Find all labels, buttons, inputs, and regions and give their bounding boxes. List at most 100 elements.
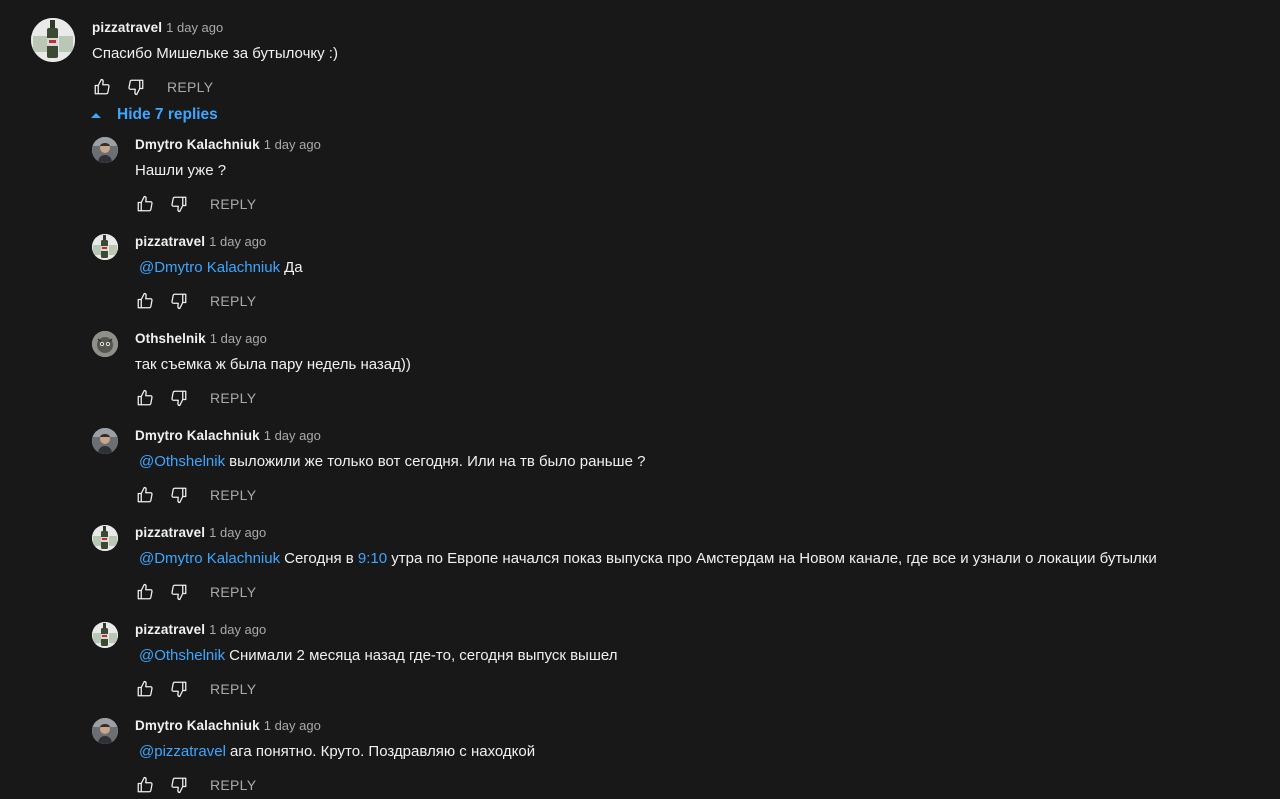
comment-body: pizzatravel 1 day ago @Othshelnik Снимали 2…: [135, 622, 617, 699]
thumb-down-icon[interactable]: [169, 194, 189, 214]
mention-link[interactable]: @Othshelnik: [139, 453, 225, 470]
thumb-up-icon[interactable]: [135, 388, 155, 408]
reply-button[interactable]: REPLY: [210, 777, 256, 793]
dmytro-avatar-icon: [92, 428, 118, 454]
author-name[interactable]: pizzatravel: [92, 20, 162, 35]
reply-button[interactable]: REPLY: [210, 584, 256, 600]
reply-text: Нашли уже ?: [135, 162, 321, 180]
author-name[interactable]: pizzatravel: [135, 622, 205, 637]
comment-body: Dmytro Kalachniuk 1 day ago @pizzatravel аг…: [135, 718, 535, 795]
comment-time[interactable]: 1 day ago: [209, 525, 266, 540]
comment-meta: Dmytro Kalachniuk 1 day ago: [135, 428, 645, 444]
thumb-down-icon[interactable]: [169, 679, 189, 699]
comment-body: Dmytro Kalachniuk 1 day ago Нашли уже ? REP…: [135, 137, 321, 214]
comment-time[interactable]: 1 day ago: [209, 234, 266, 249]
author-name[interactable]: Othshelnik: [135, 331, 206, 346]
comment-time[interactable]: 1 day ago: [264, 428, 321, 443]
comment-actions: REPLY: [135, 775, 535, 795]
hide-replies-label: Hide 7 replies: [117, 106, 218, 123]
reply-comment: pizzatravel 1 day ago @Dmytro Kalachniuk Се…: [92, 525, 1157, 602]
pizza-avatar-icon: [92, 525, 118, 551]
reply-button[interactable]: REPLY: [167, 79, 213, 95]
comment-meta: Othshelnik 1 day ago: [135, 331, 411, 347]
avatar[interactable]: [92, 525, 118, 551]
thumb-up-icon[interactable]: [135, 679, 155, 699]
pizza-avatar-icon: [92, 234, 118, 260]
thumb-down-icon[interactable]: [169, 291, 189, 311]
reply-text: @Dmytro Kalachniuk Да: [135, 259, 303, 277]
avatar[interactable]: [92, 428, 118, 454]
comment-time[interactable]: 1 day ago: [264, 718, 321, 733]
avatar[interactable]: [92, 137, 118, 163]
mention-link[interactable]: @Dmytro Kalachniuk: [139, 550, 280, 567]
thumb-up-icon[interactable]: [92, 77, 112, 97]
avatar[interactable]: [92, 718, 118, 744]
thumb-up-icon[interactable]: [135, 485, 155, 505]
reply-text: @Othshelnik Снимали 2 месяца назад где-то…: [135, 647, 617, 665]
author-name[interactable]: Dmytro Kalachniuk: [135, 718, 260, 733]
hide-replies-button[interactable]: Hide 7 replies: [89, 106, 218, 124]
avatar[interactable]: [92, 331, 118, 357]
pizzatravel-avatar-icon: [31, 18, 75, 62]
thumb-down-icon[interactable]: [169, 582, 189, 602]
reply-comment: Dmytro Kalachniuk 1 day ago Нашли уже ? REP…: [92, 137, 321, 214]
reply-text-content: выложили же только вот сегодня. Или на т…: [229, 453, 646, 470]
reply-text: @pizzatravel ага понятно. Круто. Поздравл…: [135, 743, 535, 761]
comment-actions: REPLY: [135, 194, 321, 214]
reply-text: @Dmytro Kalachniuk Сегодня в 9:10 утра по…: [135, 550, 1157, 568]
reply-button[interactable]: REPLY: [210, 681, 256, 697]
reply-comment: Dmytro Kalachniuk 1 day ago @pizzatravel аг…: [92, 718, 535, 795]
comment-meta: pizzatravel 1 day ago: [135, 234, 303, 250]
comment-body: pizzatravel 1 day ago Спасибо Мишельке з…: [92, 20, 338, 97]
mention-link[interactable]: @Othshelnik: [139, 647, 225, 664]
avatar[interactable]: [31, 18, 75, 62]
comment-body: pizzatravel 1 day ago @Dmytro Kalachniuk Се…: [135, 525, 1157, 602]
mention-link[interactable]: @Dmytro Kalachniuk: [139, 259, 280, 276]
thumb-up-icon[interactable]: [135, 194, 155, 214]
dmytro-avatar-icon: [92, 718, 118, 744]
thumb-down-icon[interactable]: [169, 388, 189, 408]
timestamp-link[interactable]: 9:10: [358, 550, 387, 567]
author-name[interactable]: Dmytro Kalachniuk: [135, 428, 260, 443]
reply-button[interactable]: REPLY: [210, 293, 256, 309]
comment-meta: pizzatravel 1 day ago: [92, 20, 338, 36]
reply-text: @Othshelnik выложили же только вот сегодн…: [135, 453, 645, 471]
comment-body: Othshelnik 1 day ago так съемка ж была пар…: [135, 331, 411, 408]
comment-time[interactable]: 1 day ago: [210, 331, 267, 346]
comment-body: pizzatravel 1 day ago @Dmytro Kalachniuk Да…: [135, 234, 303, 311]
oths-avatar-icon: [92, 331, 118, 357]
reply-text-content: Нашли уже ?: [135, 162, 227, 179]
reply-text-content: так съемка ж была пару недель назад)): [135, 356, 411, 373]
thumb-up-icon[interactable]: [135, 775, 155, 795]
comment-time[interactable]: 1 day ago: [209, 622, 266, 637]
top-comment: pizzatravel 1 day ago Спасибо Мишельке з…: [31, 18, 338, 97]
reply-button[interactable]: REPLY: [210, 390, 256, 406]
author-name[interactable]: pizzatravel: [135, 234, 205, 249]
comment-meta: pizzatravel 1 day ago: [135, 525, 1157, 541]
comment-time[interactable]: 1 day ago: [264, 137, 321, 152]
mention-link[interactable]: @pizzatravel: [139, 743, 226, 760]
caret-up-icon: [91, 112, 101, 118]
reply-button[interactable]: REPLY: [210, 487, 256, 503]
avatar[interactable]: [92, 234, 118, 260]
thumb-up-icon[interactable]: [135, 582, 155, 602]
comment-actions: REPLY: [135, 388, 411, 408]
comment-time[interactable]: 1 day ago: [166, 20, 223, 35]
comment-meta: pizzatravel 1 day ago: [135, 622, 617, 638]
author-name[interactable]: pizzatravel: [135, 525, 205, 540]
thumb-down-icon[interactable]: [126, 77, 146, 97]
comment-meta: Dmytro Kalachniuk 1 day ago: [135, 718, 535, 734]
comment-actions: REPLY: [135, 485, 645, 505]
avatar[interactable]: [92, 622, 118, 648]
reply-comment: Dmytro Kalachniuk 1 day ago @Othshelnik выл…: [92, 428, 645, 505]
thumb-down-icon[interactable]: [169, 775, 189, 795]
reply-comment: Othshelnik 1 day ago так съемка ж была пар…: [92, 331, 411, 408]
reply-text-content: ага понятно. Круто. Поздравляю с находко…: [229, 743, 536, 760]
author-name[interactable]: Dmytro Kalachniuk: [135, 137, 260, 152]
reply-button[interactable]: REPLY: [210, 196, 256, 212]
thumb-up-icon[interactable]: [135, 291, 155, 311]
reply-text-content: Снимали 2 месяца назад где-то, сегодня в…: [229, 647, 618, 664]
comment-actions: REPLY: [135, 582, 1157, 602]
pizza-avatar-icon: [92, 622, 118, 648]
thumb-down-icon[interactable]: [169, 485, 189, 505]
